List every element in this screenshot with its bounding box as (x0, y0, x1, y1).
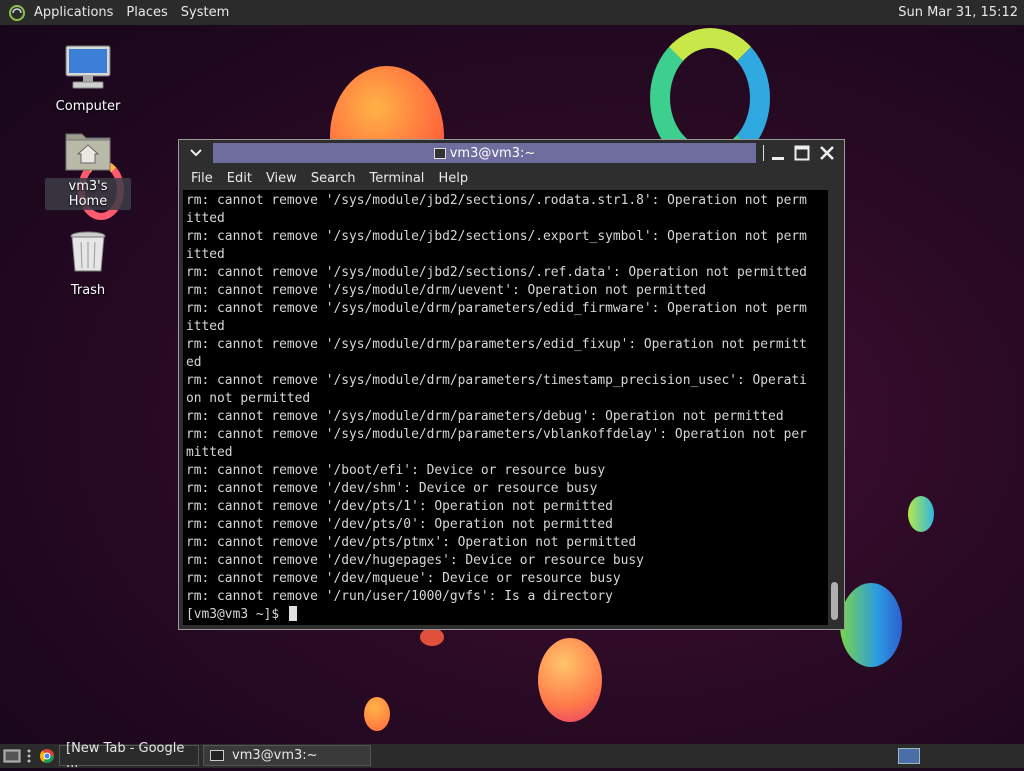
wallpaper-red-blob (420, 628, 444, 646)
menu-edit[interactable]: Edit (227, 171, 252, 186)
terminal-line: rm: cannot remove '/dev/pts/1': Operatio… (186, 499, 613, 514)
desktop-computer[interactable]: Computer (45, 44, 131, 115)
show-desktop-icon[interactable] (3, 748, 21, 764)
titlebar-separator (763, 145, 764, 161)
distro-logo-icon[interactable] (8, 4, 26, 22)
terminal-icon (433, 147, 446, 159)
applications-menu[interactable]: Applications (34, 5, 122, 20)
wallpaper-blue-blob (840, 583, 902, 667)
window-title: vm3@vm3:~ (449, 145, 536, 161)
terminal-line: rm: cannot remove '/sys/module/jbd2/sect… (186, 229, 807, 244)
terminal-line: rm: cannot remove '/sys/module/drm/param… (186, 427, 807, 442)
menu-file[interactable]: File (191, 171, 213, 186)
panel-handle-icon[interactable] (26, 749, 32, 763)
taskbar-item-terminal[interactable]: vm3@vm3:~ (203, 745, 371, 766)
bottom-panel: [New Tab - Google ... vm3@vm3:~ (0, 741, 1024, 771)
terminal-line: rm: cannot remove '/sys/module/jbd2/sect… (186, 193, 807, 208)
terminal-line: rm: cannot remove '/sys/module/drm/param… (186, 337, 807, 352)
window-menubar: File Edit View Search Terminal Help (179, 166, 844, 190)
terminal-line: itted (186, 211, 225, 226)
terminal-line: rm: cannot remove '/dev/mqueue': Device … (186, 571, 621, 586)
places-menu[interactable]: Places (126, 5, 176, 20)
minimize-button[interactable] (769, 144, 787, 162)
terminal-line: rm: cannot remove '/dev/hugepages': Devi… (186, 553, 644, 568)
terminal-output[interactable]: rm: cannot remove '/sys/module/jbd2/sect… (183, 190, 828, 625)
terminal-line: rm: cannot remove '/sys/module/drm/param… (186, 373, 807, 388)
trash-icon (70, 231, 106, 272)
taskbar-item-label: vm3@vm3:~ (232, 748, 318, 763)
terminal-window: vm3@vm3:~ File Edit View Search Terminal… (178, 139, 845, 630)
terminal-line: rm: cannot remove '/run/user/1000/gvfs':… (186, 589, 613, 604)
terminal-line: mitted (186, 445, 233, 460)
desktop-home[interactable]: vm3's Home (45, 128, 131, 210)
terminal-prompt-line[interactable]: [vm3@vm3 ~]$ (186, 606, 828, 624)
terminal-line: rm: cannot remove '/sys/module/drm/param… (186, 409, 784, 424)
wallpaper-green-blob (908, 496, 934, 532)
terminal-line: rm: cannot remove '/sys/module/drm/param… (186, 301, 807, 316)
maximize-button[interactable] (793, 144, 811, 162)
terminal-line: itted (186, 247, 225, 262)
panel-clock[interactable]: Sun Mar 31, 15:12 (898, 5, 1018, 20)
terminal-line: rm: cannot remove '/dev/shm': Device or … (186, 481, 598, 496)
terminal-line: on not permitted (186, 391, 311, 406)
wallpaper-peach-blob (538, 638, 602, 722)
workspace-switcher[interactable] (898, 748, 920, 764)
wallpaper-small-orange-blob (364, 697, 390, 731)
taskbar-item-chrome[interactable]: [New Tab - Google ... (59, 741, 199, 771)
terminal-line: ed (186, 355, 202, 370)
window-menu-chevron-icon[interactable] (189, 146, 203, 160)
text-cursor (288, 606, 297, 621)
window-title-area[interactable]: vm3@vm3:~ (213, 143, 756, 163)
terminal-scrollbar[interactable] (828, 190, 842, 625)
terminal-line: rm: cannot remove '/boot/efi': Device or… (186, 463, 606, 478)
terminal-line: rm: cannot remove '/dev/pts/ptmx': Opera… (186, 535, 637, 550)
menu-search[interactable]: Search (311, 171, 356, 186)
terminal-line: rm: cannot remove '/sys/module/jbd2/sect… (186, 265, 807, 280)
taskbar-item-label: [New Tab - Google ... (66, 740, 185, 771)
chrome-launcher-icon[interactable] (39, 748, 55, 764)
scrollbar-thumb[interactable] (831, 582, 838, 620)
menu-view[interactable]: View (266, 171, 297, 186)
terminal-icon (210, 750, 224, 761)
menu-terminal[interactable]: Terminal (369, 171, 424, 186)
close-button[interactable] (818, 144, 836, 162)
desktop-icon-label: vm3's Home (45, 178, 131, 210)
home-folder-icon (65, 133, 111, 171)
window-titlebar[interactable]: vm3@vm3:~ (179, 140, 844, 166)
desktop-icon-label: Computer (55, 99, 121, 114)
desktop-icon-label: Trash (70, 283, 106, 298)
terminal-prompt: [vm3@vm3 ~]$ (186, 607, 287, 622)
menu-help[interactable]: Help (438, 171, 468, 186)
terminal-line: rm: cannot remove '/sys/module/drm/ueven… (186, 283, 706, 298)
terminal-line: rm: cannot remove '/dev/pts/0': Operatio… (186, 517, 613, 532)
system-menu[interactable]: System (181, 5, 238, 20)
computer-icon (65, 45, 111, 89)
top-panel: Applications Places System Sun Mar 31, 1… (0, 0, 1024, 25)
terminal-line: itted (186, 319, 225, 334)
desktop-trash[interactable]: Trash (45, 228, 131, 299)
